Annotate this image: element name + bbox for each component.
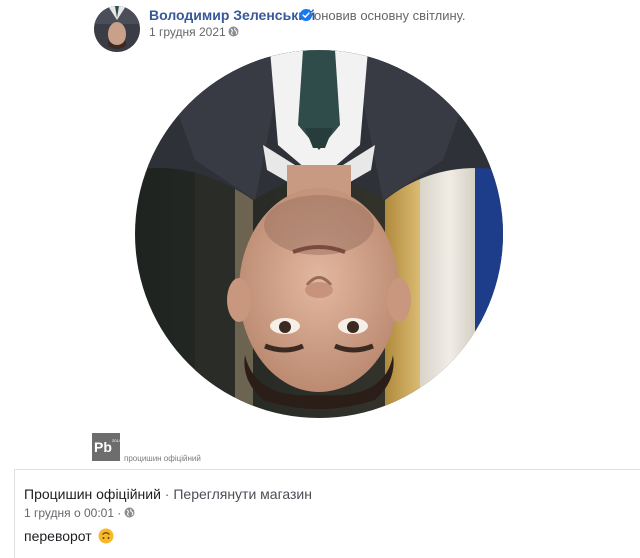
share-timestamp: 1 грудня о 00:01 · [24, 506, 121, 520]
svg-text:Pb: Pb [94, 439, 112, 455]
post-action-text: оновив основну світлину. [314, 8, 466, 23]
verified-badge-icon [300, 9, 312, 21]
separator-dot: · [117, 506, 122, 520]
profile-photo[interactable] [135, 50, 503, 418]
svg-text:2014: 2014 [112, 438, 120, 443]
post-header: Володимир Зеленський оновив основну світ… [0, 0, 640, 52]
sharer-page-name-link[interactable]: Процишин офіційний [24, 486, 161, 502]
view-shop-link[interactable]: Переглянути магазин [173, 486, 312, 502]
share-divider [14, 469, 640, 470]
watermark-text: процишин офіційний [124, 454, 201, 463]
globe-icon [124, 507, 135, 518]
post-timestamp-link[interactable]: 1 грудня 2021 [149, 25, 226, 39]
author-name-link[interactable]: Володимир Зеленський [149, 7, 315, 23]
separator: · [164, 486, 170, 502]
share-left-border [14, 469, 15, 558]
watermark-logo-icon: Pb 2014 [92, 433, 120, 461]
share-message: переворот [24, 528, 114, 544]
share-message-text: переворот [24, 528, 92, 544]
share-header: Процишин офіційний · Переглянути магазин [24, 486, 312, 502]
share-timestamp-link[interactable]: 1 грудня о 00:01 [24, 506, 114, 520]
globe-icon [228, 26, 239, 37]
author-avatar[interactable] [94, 6, 140, 52]
upside-down-face-icon [98, 528, 114, 544]
